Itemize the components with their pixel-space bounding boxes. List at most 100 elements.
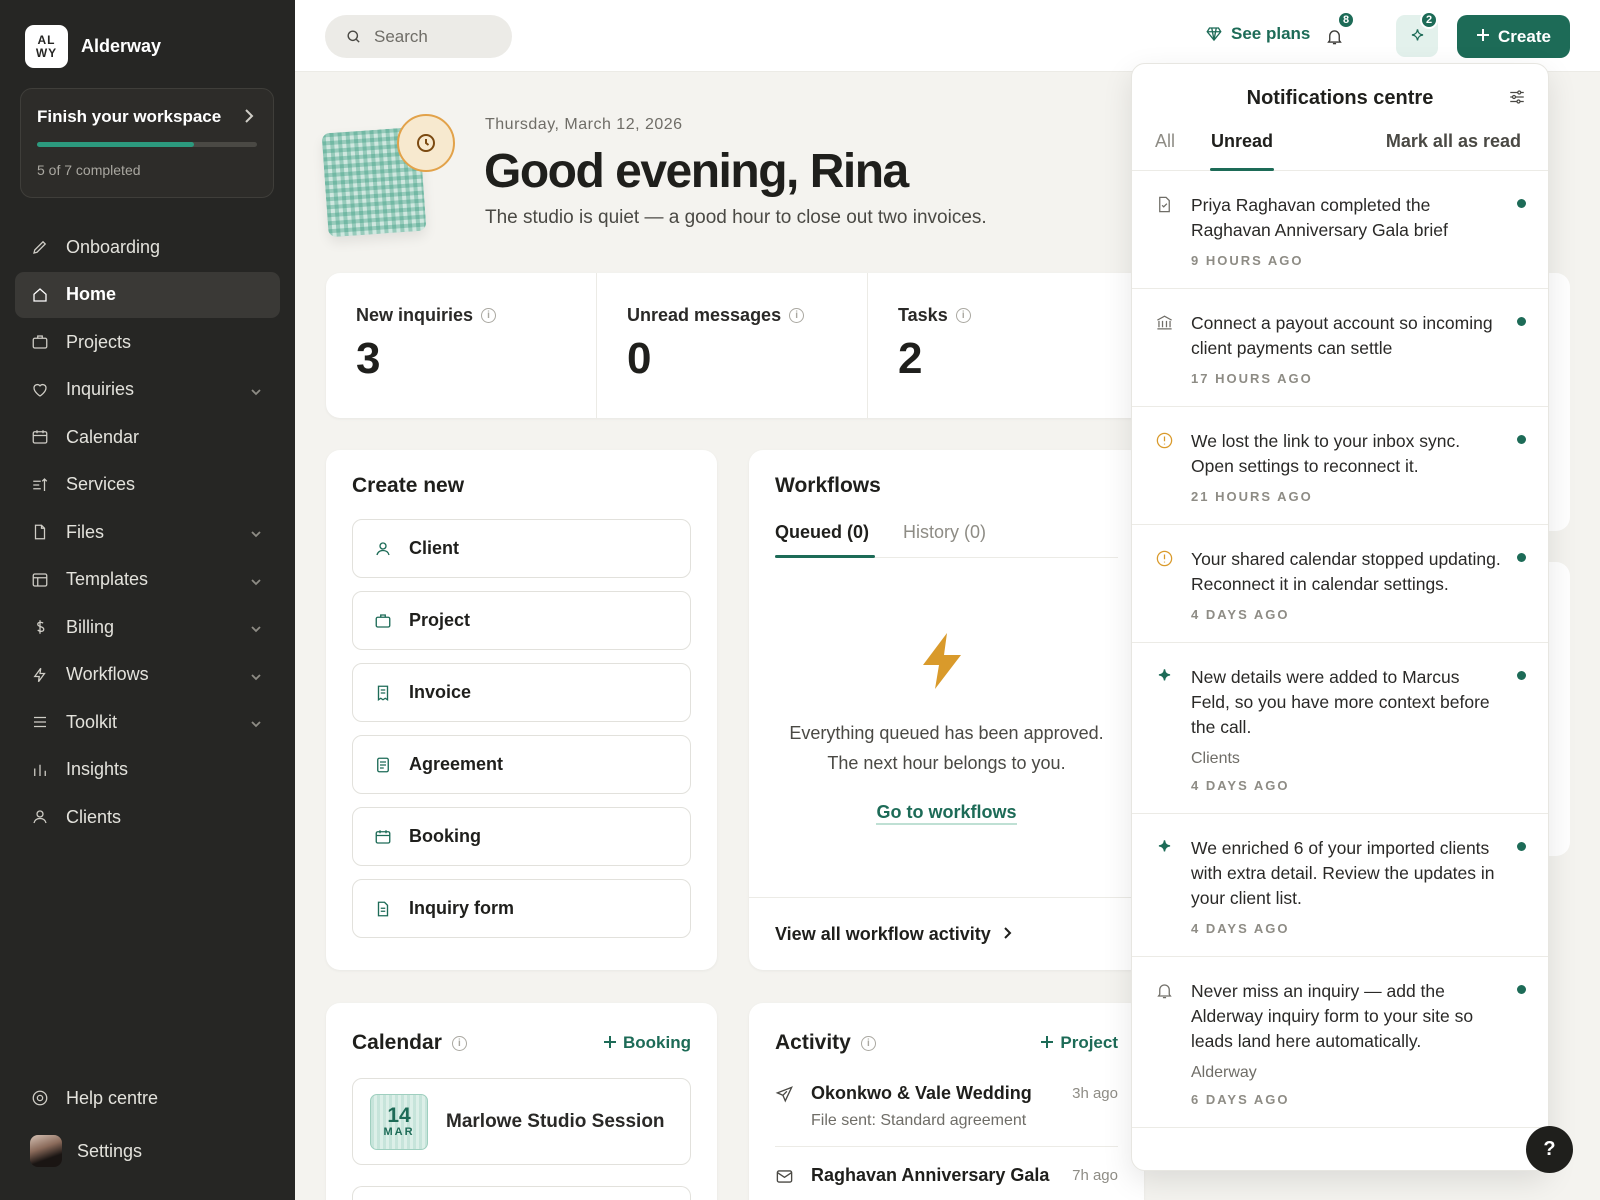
topbar: Search See plans 8 2 Create	[295, 0, 1600, 72]
calendar-event[interactable]: 14 MAR Marlowe Studio Session	[352, 1078, 691, 1165]
create-project-button[interactable]: Project	[352, 591, 691, 650]
stat-tasks[interactable]: Tasks i 2	[868, 273, 1139, 418]
help-centre-link[interactable]: Help centre	[15, 1074, 280, 1122]
tab-unread[interactable]: Unread	[1211, 131, 1273, 152]
calendar-icon	[374, 828, 392, 846]
stat-unread-messages[interactable]: Unread messages i 0	[597, 273, 868, 418]
user-icon	[31, 808, 49, 826]
create-label: Create	[1498, 26, 1551, 46]
notifications-badge: 8	[1337, 11, 1355, 29]
notification-text: We lost the link to your inbox sync. Ope…	[1191, 431, 1461, 476]
notification-item[interactable]: We enriched 6 of your imported clients w…	[1132, 814, 1548, 957]
unread-dot	[1517, 842, 1526, 851]
assistant-button[interactable]: 2	[1396, 11, 1438, 57]
sidebar-item-label: Projects	[66, 331, 132, 352]
workflows-title: Workflows	[775, 474, 881, 497]
sidebar-item-calendar[interactable]: Calendar	[15, 414, 280, 460]
stat-new-inquiries[interactable]: New inquiries i 3	[326, 273, 597, 418]
tab-history[interactable]: History (0)	[903, 522, 986, 543]
sidebar-item-insights[interactable]: Insights	[15, 747, 280, 793]
activity-item-sub: File sent: Standard agreement	[811, 1112, 1027, 1129]
sidebar-item-services[interactable]: Services	[15, 462, 280, 508]
greeting-date: Thursday, March 12, 2026	[485, 116, 683, 133]
sidebar-item-clients[interactable]: Clients	[15, 794, 280, 840]
sidebar-item-label: Workflows	[66, 664, 149, 684]
sidebar-item-workflows[interactable]: Workflows	[15, 652, 280, 698]
see-plans-button[interactable]: See plans	[1205, 24, 1310, 44]
tab-all[interactable]: All	[1155, 131, 1175, 152]
brand[interactable]: AL WY Alderway	[25, 25, 161, 68]
briefcase-icon	[31, 333, 49, 351]
create-agreement-button[interactable]: Agreement	[352, 735, 691, 794]
add-project-button[interactable]: Project	[1041, 1033, 1118, 1053]
notification-text: New details were added to Marcus Feld, s…	[1191, 667, 1490, 737]
workflow-tabs: Queued (0) History (0)	[775, 522, 1118, 558]
diamond-icon	[1206, 27, 1222, 42]
add-booking-button[interactable]: Booking	[604, 1033, 691, 1053]
stat-label: New inquiries	[356, 305, 474, 325]
create-invoice-button[interactable]: Invoice	[352, 663, 691, 722]
calendar-icon	[31, 428, 49, 446]
stat-label: Tasks	[898, 305, 948, 325]
view-workflow-activity-link[interactable]: View all workflow activity	[749, 897, 1144, 971]
info-icon[interactable]: i	[955, 308, 971, 323]
info-icon[interactable]: i	[860, 1035, 876, 1051]
create-client-button[interactable]: Client	[352, 519, 691, 578]
notification-item[interactable]: Never miss an inquiry — add the Alderway…	[1132, 957, 1548, 1128]
finish-workspace-card[interactable]: Finish your workspace 5 of 7 completed	[20, 88, 274, 198]
chevron-down-icon[interactable]	[250, 619, 262, 633]
notification-item[interactable]: Priya Raghavan completed the Raghavan An…	[1132, 171, 1548, 289]
unread-dot	[1517, 985, 1526, 994]
info-icon[interactable]: i	[789, 308, 805, 323]
chevron-down-icon[interactable]	[250, 524, 262, 538]
notifications-panel: Notifications centre All Unread Mark all…	[1131, 63, 1549, 1171]
sidebar-item-projects[interactable]: Projects	[15, 319, 280, 365]
alderway-logo: AL WY	[25, 25, 68, 68]
sidebar-item-onboarding[interactable]: Onboarding	[15, 224, 280, 270]
chevron-down-icon[interactable]	[250, 572, 262, 585]
activity-item[interactable]: Okonkwo & Vale Wedding 3h ago File sent:…	[775, 1083, 1118, 1130]
help-fab-button[interactable]: ?	[1526, 1126, 1573, 1173]
greeting-title: Good evening, Rina	[484, 145, 909, 198]
sliders-icon[interactable]	[1508, 88, 1526, 106]
notification-item[interactable]: New details were added to Marcus Feld, s…	[1132, 643, 1548, 814]
settings-label: Settings	[77, 1140, 143, 1161]
settings-link[interactable]: Settings	[15, 1126, 280, 1176]
info-icon[interactable]: i	[451, 1035, 467, 1051]
chevron-down-icon[interactable]	[250, 382, 262, 395]
event-month: MAR	[383, 1126, 415, 1138]
notification-item[interactable]: We lost the link to your inbox sync. Ope…	[1132, 407, 1548, 525]
notification-item[interactable]: Connect a payout account so incoming cli…	[1132, 289, 1548, 407]
info-icon[interactable]: i	[481, 308, 497, 323]
chevron-down-icon[interactable]	[250, 714, 262, 728]
menu-icon	[31, 713, 49, 731]
create-button[interactable]: Create	[1457, 15, 1570, 58]
sidebar-item-toolkit[interactable]: Toolkit	[15, 699, 280, 745]
sidebar-item-home[interactable]: Home	[15, 271, 280, 318]
create-booking-button[interactable]: Booking	[352, 807, 691, 866]
sidebar-item-templates[interactable]: Templates	[15, 557, 280, 603]
search-input[interactable]: Search	[325, 15, 512, 58]
create-inquiry-form-button[interactable]: Inquiry form	[352, 879, 691, 938]
sidebar-item-label: Home	[66, 284, 117, 304]
mark-all-read-button[interactable]: Mark all as read	[1386, 131, 1521, 152]
go-to-workflows-link[interactable]: Go to workflows	[749, 802, 1144, 825]
create-item-label: Client	[409, 538, 460, 558]
lightning-icon	[923, 633, 961, 689]
calendar-event[interactable]	[352, 1186, 691, 1200]
sidebar-item-inquiries[interactable]: Inquiries	[15, 367, 280, 413]
notifications-button[interactable]: 8	[1313, 11, 1355, 57]
help-circle-icon	[31, 1089, 49, 1107]
tab-queued[interactable]: Queued (0)	[775, 522, 869, 543]
create-item-label: Project	[409, 610, 471, 630]
activity-item[interactable]: Raghavan Anniversary Gala 7h ago	[775, 1165, 1118, 1186]
sidebar-item-files[interactable]: Files	[15, 509, 280, 555]
sidebar-item-label: Files	[66, 521, 105, 542]
calendar-title: Calendar	[352, 1031, 442, 1054]
create-new-title: Create new	[352, 474, 465, 497]
alert-circle-icon	[1155, 431, 1174, 450]
sidebar-item-billing[interactable]: Billing	[15, 604, 280, 650]
chevron-down-icon[interactable]	[250, 667, 262, 680]
notification-item[interactable]: Your shared calendar stopped updating. R…	[1132, 525, 1548, 643]
agreement-icon	[374, 756, 392, 774]
